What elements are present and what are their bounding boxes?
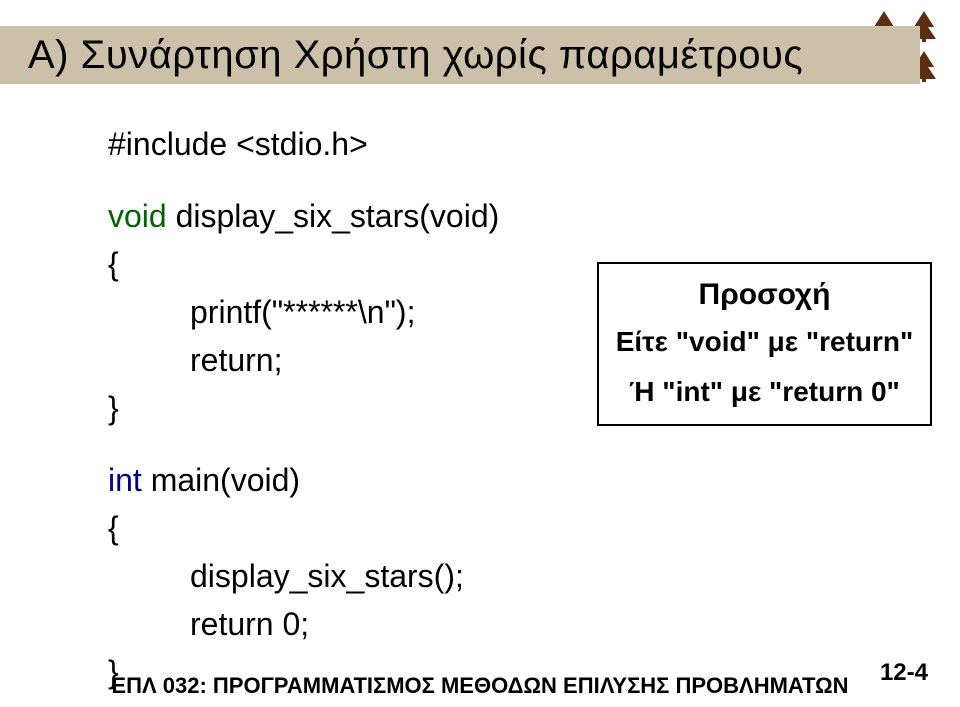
slide-title: Α) Συνάρτηση Χρήστη χωρίς παραμέτρους	[0, 33, 803, 78]
code-line: display_six_stars();	[60, 552, 900, 600]
code-text: main(void)	[142, 462, 300, 498]
callout-text: Ή "int" με "return 0"	[609, 376, 920, 408]
warning-callout: Προσοχή Είτε "void" με "return" Ή "int" …	[597, 262, 932, 426]
keyword-void: void	[108, 198, 167, 234]
code-blank	[60, 168, 900, 192]
code-line: return 0;	[60, 600, 900, 648]
slide-footer: ΕΠΛ 032: ΠΡΟΓΡΑΜΜΑΤΙΣΜΟΣ ΜΕΘΟΔΩΝ ΕΠΙΛΥΣΗ…	[0, 673, 960, 699]
code-text: display_six_stars(void)	[167, 198, 500, 234]
code-line: #include <stdio.h>	[60, 120, 900, 168]
callout-text: Είτε "void" με "return"	[609, 326, 920, 358]
callout-title: Προσοχή	[609, 278, 920, 312]
slide-title-bar: Α) Συνάρτηση Χρήστη χωρίς παραμέτρους	[0, 26, 920, 84]
code-blank	[60, 432, 900, 456]
keyword-int: int	[108, 462, 142, 498]
code-line: void display_six_stars(void)	[60, 192, 900, 240]
code-line: int main(void)	[60, 456, 900, 504]
code-line: {	[60, 504, 900, 552]
page-number: 12-4	[880, 659, 928, 687]
